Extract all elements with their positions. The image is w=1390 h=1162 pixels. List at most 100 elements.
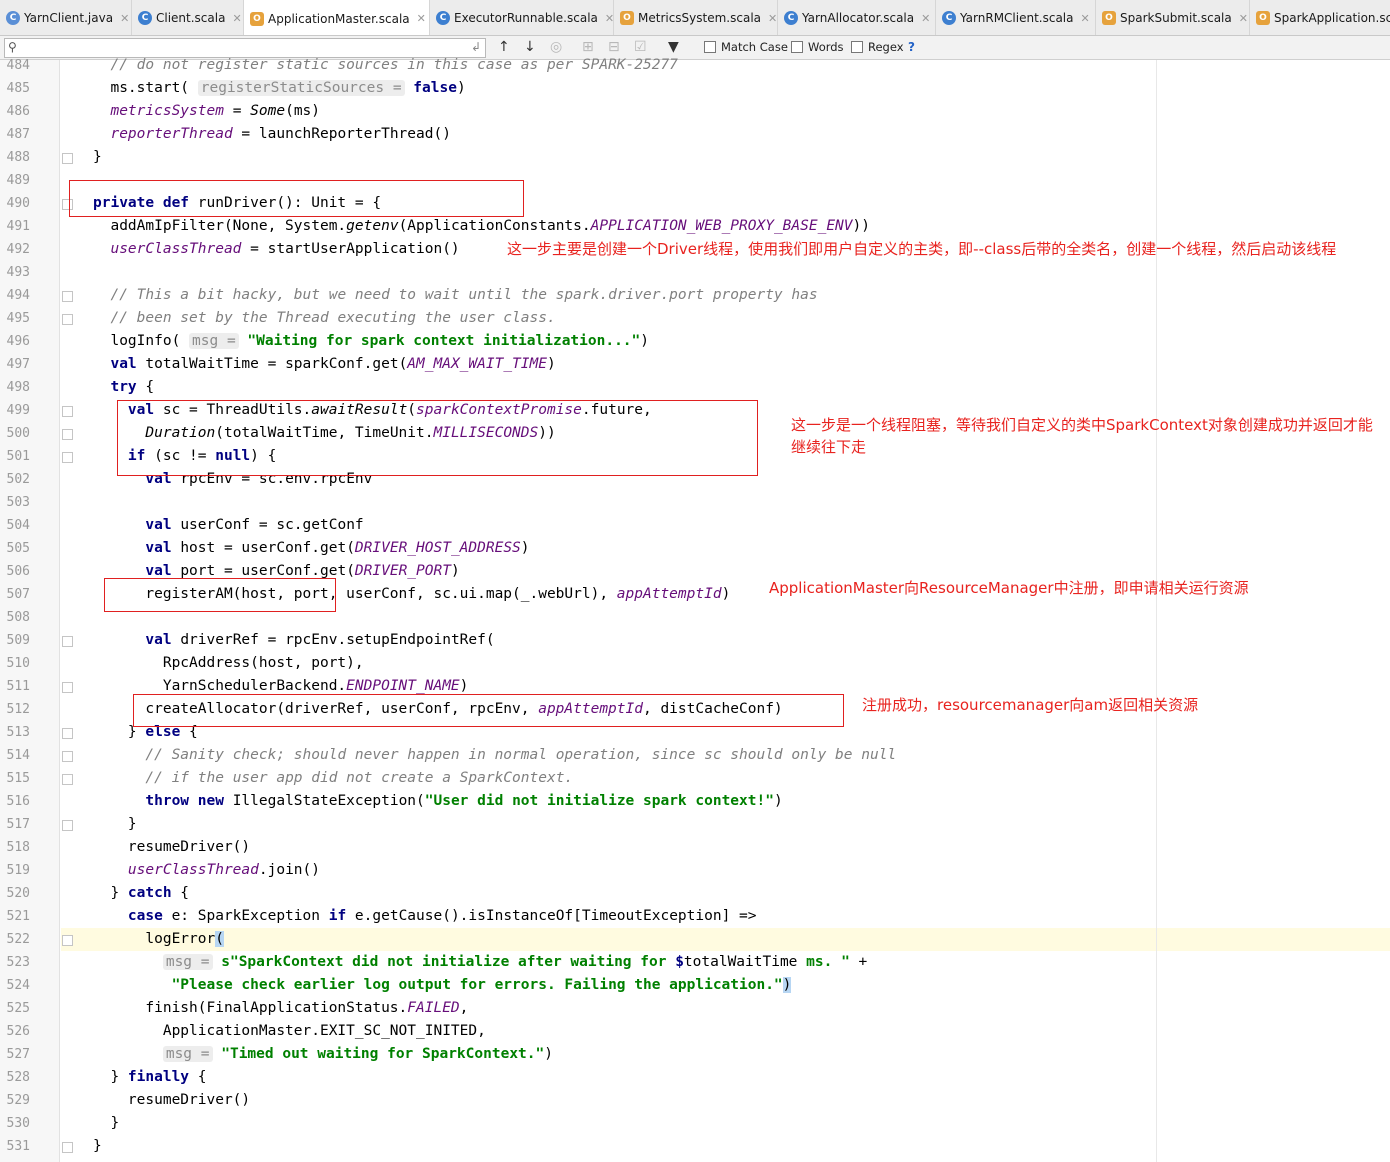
code-text[interactable]: val totalWaitTime = sparkConf.get(AM_MAX… xyxy=(93,356,555,372)
code-line[interactable]: 498 try { xyxy=(0,377,1390,400)
regex-help-link[interactable]: ? xyxy=(908,40,915,54)
code-line[interactable]: 497 val totalWaitTime = sparkConf.get(AM… xyxy=(0,354,1390,377)
checkbox-box[interactable] xyxy=(704,41,716,53)
line-number[interactable]: 527 xyxy=(0,1047,30,1062)
code-line[interactable]: 496 logInfo( msg = "Waiting for spark co… xyxy=(0,331,1390,354)
tab-executorrunnable[interactable]: C ExecutorRunnable.scala ✕ xyxy=(430,0,614,35)
line-number[interactable]: 516 xyxy=(0,794,30,809)
code-line[interactable]: 519 userClassThread.join() xyxy=(0,860,1390,883)
line-number[interactable]: 528 xyxy=(0,1070,30,1085)
code-text[interactable]: logError( xyxy=(93,931,224,947)
fold-marker-icon[interactable] xyxy=(62,774,73,785)
code-line[interactable]: 521 case e: SparkException if e.getCause… xyxy=(0,906,1390,929)
fold-marker-icon[interactable] xyxy=(62,935,73,946)
search-icon[interactable]: ⚲ xyxy=(8,40,17,54)
code-line[interactable]: 494 // This a bit hacky, but we need to … xyxy=(0,285,1390,308)
line-number[interactable]: 499 xyxy=(0,403,30,418)
line-number[interactable]: 487 xyxy=(0,127,30,142)
line-number[interactable]: 526 xyxy=(0,1024,30,1039)
code-text[interactable]: finish(FinalApplicationStatus.FAILED, xyxy=(93,1000,468,1016)
tab-yarnallocator[interactable]: C YarnAllocator.scala ✕ xyxy=(778,0,936,35)
line-number[interactable]: 531 xyxy=(0,1139,30,1154)
line-number[interactable]: 510 xyxy=(0,656,30,671)
code-text[interactable]: } xyxy=(93,1115,119,1131)
code-line[interactable]: 527 msg = "Timed out waiting for SparkCo… xyxy=(0,1044,1390,1067)
previous-occurrence-icon[interactable]: ↑ xyxy=(498,39,510,55)
line-number[interactable]: 485 xyxy=(0,81,30,96)
line-number[interactable]: 508 xyxy=(0,610,30,625)
code-text[interactable]: case e: SparkException if e.getCause().i… xyxy=(93,908,757,924)
line-number[interactable]: 515 xyxy=(0,771,30,786)
code-text[interactable]: } xyxy=(93,149,102,165)
line-number[interactable]: 484 xyxy=(0,58,30,73)
code-text[interactable]: throw new IllegalStateException("User di… xyxy=(93,793,782,809)
line-number[interactable]: 524 xyxy=(0,978,30,993)
code-text[interactable]: val port = userConf.get(DRIVER_PORT) xyxy=(93,563,459,579)
code-text[interactable]: msg = s"SparkContext did not initialize … xyxy=(93,954,867,970)
line-number[interactable]: 522 xyxy=(0,932,30,947)
tab-applicationmaster[interactable]: O ApplicationMaster.scala ✕ xyxy=(244,0,430,35)
code-line[interactable]: 530 } xyxy=(0,1113,1390,1136)
code-line[interactable]: 495 // been set by the Thread executing … xyxy=(0,308,1390,331)
line-number[interactable]: 501 xyxy=(0,449,30,464)
line-number[interactable]: 494 xyxy=(0,288,30,303)
filter-icon[interactable]: ▼ xyxy=(668,39,679,55)
tab-yarnrmclient[interactable]: C YarnRMClient.scala ✕ xyxy=(936,0,1096,35)
line-number[interactable]: 513 xyxy=(0,725,30,740)
code-line[interactable]: 515 // if the user app did not create a … xyxy=(0,768,1390,791)
code-text[interactable]: reporterThread = launchReporterThread() xyxy=(93,126,450,142)
close-icon[interactable]: ✕ xyxy=(1081,12,1090,25)
code-line[interactable]: 514 // Sanity check; should never happen… xyxy=(0,745,1390,768)
line-number[interactable]: 509 xyxy=(0,633,30,648)
line-number[interactable]: 486 xyxy=(0,104,30,119)
code-text[interactable]: // been set by the Thread executing the … xyxy=(93,310,555,326)
code-line[interactable]: 491 addAmIpFilter(None, System.getenv(Ap… xyxy=(0,216,1390,239)
code-line[interactable]: 503 xyxy=(0,492,1390,515)
line-number[interactable]: 507 xyxy=(0,587,30,602)
code-line[interactable]: 531} xyxy=(0,1136,1390,1159)
line-number[interactable]: 502 xyxy=(0,472,30,487)
code-text[interactable]: // Sanity check; should never happen in … xyxy=(93,747,896,763)
code-text[interactable]: logInfo( msg = "Waiting for spark contex… xyxy=(93,333,649,349)
fold-marker-icon[interactable] xyxy=(62,314,73,325)
checkbox-box[interactable] xyxy=(851,41,863,53)
line-number[interactable]: 519 xyxy=(0,863,30,878)
fold-marker-icon[interactable] xyxy=(62,682,73,693)
tab-client[interactable]: C Client.scala ✕ xyxy=(132,0,244,35)
code-line[interactable]: 493 xyxy=(0,262,1390,285)
code-text[interactable]: RpcAddress(host, port), xyxy=(93,655,364,671)
fold-marker-icon[interactable] xyxy=(62,636,73,647)
close-icon[interactable]: ✕ xyxy=(120,12,129,25)
tab-yarnclient[interactable]: C YarnClient.java ✕ xyxy=(0,0,132,35)
fold-marker-icon[interactable] xyxy=(62,751,73,762)
code-line[interactable]: 516 throw new IllegalStateException("Use… xyxy=(0,791,1390,814)
code-text[interactable]: ms.start( registerStaticSources = false) xyxy=(93,80,466,96)
tab-sparkapplication[interactable]: O SparkApplication.sca xyxy=(1250,0,1390,35)
code-text[interactable]: ApplicationMaster.EXIT_SC_NOT_INITED, xyxy=(93,1023,486,1039)
line-number[interactable]: 496 xyxy=(0,334,30,349)
code-line[interactable]: 488} xyxy=(0,147,1390,170)
line-number[interactable]: 498 xyxy=(0,380,30,395)
code-line[interactable]: 485 ms.start( registerStaticSources = fa… xyxy=(0,78,1390,101)
remove-selection-icon[interactable]: ⊟ xyxy=(608,39,620,55)
line-number[interactable]: 512 xyxy=(0,702,30,717)
line-number[interactable]: 489 xyxy=(0,173,30,188)
line-number[interactable]: 521 xyxy=(0,909,30,924)
line-number[interactable]: 505 xyxy=(0,541,30,556)
code-line[interactable]: 518 resumeDriver() xyxy=(0,837,1390,860)
code-line[interactable]: 509 val driverRef = rpcEnv.setupEndpoint… xyxy=(0,630,1390,653)
line-number[interactable]: 500 xyxy=(0,426,30,441)
code-text[interactable]: resumeDriver() xyxy=(93,839,250,855)
fold-marker-icon[interactable] xyxy=(62,429,73,440)
line-number[interactable]: 491 xyxy=(0,219,30,234)
line-number[interactable]: 518 xyxy=(0,840,30,855)
next-occurrence-icon[interactable]: ↓ xyxy=(524,39,536,55)
code-text[interactable]: // if the user app did not create a Spar… xyxy=(93,770,573,786)
code-text[interactable]: // This a bit hacky, but we need to wait… xyxy=(93,287,817,303)
line-number[interactable]: 525 xyxy=(0,1001,30,1016)
tab-sparksubmit[interactable]: O SparkSubmit.scala ✕ xyxy=(1096,0,1250,35)
line-number[interactable]: 490 xyxy=(0,196,30,211)
line-number[interactable]: 514 xyxy=(0,748,30,763)
code-editor[interactable]: 484 // do not register static sources in… xyxy=(0,57,1390,1162)
fold-marker-icon[interactable] xyxy=(62,728,73,739)
